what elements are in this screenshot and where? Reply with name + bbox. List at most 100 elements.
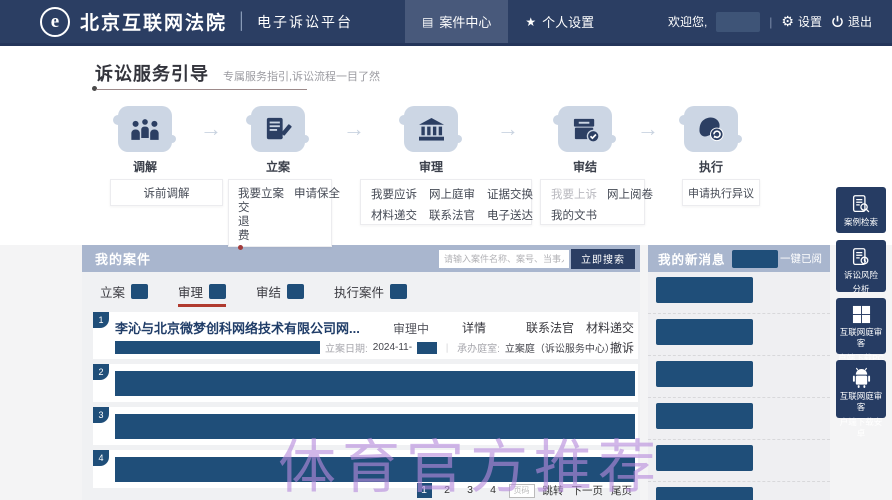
pc-client-download-button[interactable]: 互联网庭审客 户端下载PC (836, 298, 886, 354)
tab-filing[interactable]: 立案 (100, 282, 148, 305)
contact-judge-link[interactable]: 联系法官 (526, 319, 574, 336)
case-row-1[interactable]: 1 李沁与北京微梦创科网络技术有限公司网... 审理中 详情 联系法官 材料递交… (93, 312, 638, 359)
header: e 北京互联网法院 │ 电子诉讼平台 ▤ 案件中心 ★ 个人设置 欢迎您, | … (0, 0, 892, 46)
android-download-label-line1: 互联网庭审客 (836, 391, 886, 414)
logo-letter: e (51, 11, 59, 33)
jump-button[interactable]: 跳转 (543, 483, 564, 498)
court-icon (404, 106, 458, 152)
risk-analysis-icon (851, 247, 871, 267)
logout-label: 退出 (848, 13, 872, 30)
case-row-3[interactable]: 3 (93, 407, 638, 445)
link-my-documents[interactable]: 我的文书 (551, 207, 597, 223)
guide-header: 诉讼服务引导 专属服务指引,诉讼流程一目了然 (95, 60, 380, 86)
settings-label: 设置 (798, 13, 822, 30)
tab-personal-settings[interactable]: ★ 个人设置 (508, 0, 611, 43)
flow-arrow-icon: → (637, 116, 659, 142)
header-nav: ▤ 案件中心 ★ 个人设置 (405, 0, 611, 43)
message-item[interactable] (648, 277, 830, 314)
flow-arrow-icon: → (200, 116, 222, 142)
messages-title: 我的新消息 (658, 249, 726, 268)
link-fee-refund-char[interactable]: 交 (238, 201, 322, 215)
risk-analysis-label-line2: 分析 (852, 284, 869, 295)
tab-trial-label: 审理 (178, 282, 203, 301)
username-redacted (716, 12, 760, 32)
link-contact-judge[interactable]: 联系法官 (429, 207, 475, 223)
submit-material-link[interactable]: 材料递交 (586, 319, 634, 336)
flow-arrow-icon: → (497, 116, 519, 142)
search-now-button[interactable]: 立即搜索 (571, 249, 635, 269)
stage-trial-label: 审理 (396, 158, 466, 175)
page-3-button[interactable]: 3 (463, 483, 478, 498)
android-icon (852, 367, 871, 388)
link-appeal[interactable]: 我要上诉 (551, 186, 597, 202)
case-title[interactable]: 李沁与北京微梦创科网络技术有限公司网... (115, 318, 360, 337)
link-material-submit[interactable]: 材料递交 (371, 207, 417, 223)
link-pre-litigation-mediation[interactable]: 诉前调解 (144, 185, 190, 201)
meta-separator: 丨 (442, 340, 452, 355)
link-online-trial[interactable]: 网上庭审 (429, 186, 475, 202)
case-search-input[interactable] (439, 250, 569, 268)
header-right-divider: | (769, 15, 772, 29)
page-number-input[interactable] (509, 484, 535, 498)
filing-date-label: 立案日期: (325, 340, 368, 355)
risk-analysis-label-line1: 诉讼风险 (844, 270, 878, 281)
risk-analysis-tool-button[interactable]: 诉讼风险 分析 (836, 240, 886, 292)
filing-date-value: 2024-11- (373, 342, 412, 353)
link-evidence-exchange[interactable]: 证据交换 (487, 186, 533, 202)
guide-underline (96, 89, 307, 90)
message-item[interactable] (648, 361, 830, 398)
message-redacted-bar (656, 361, 753, 387)
android-download-label-line2: 户端下载安卓 (836, 417, 886, 440)
case-search-tool-button[interactable]: 案例检索 (836, 187, 886, 233)
stage-filing-label: 立案 (243, 158, 313, 175)
stage-conclusion: 审结 (550, 106, 620, 175)
tab-case-center[interactable]: ▤ 案件中心 (405, 0, 508, 43)
message-item[interactable] (648, 403, 830, 440)
link-respond-suit[interactable]: 我要应诉 (371, 186, 417, 202)
power-icon (831, 15, 844, 28)
case-row-2[interactable]: 2 (93, 364, 638, 402)
android-client-download-button[interactable]: 互联网庭审客 户端下载安卓 (836, 360, 886, 418)
next-page-button[interactable]: 下一页 (572, 483, 604, 498)
tab-execution-cases-label: 执行案件 (334, 282, 384, 301)
case-redacted-bar (115, 457, 635, 482)
stage-trial: 审理 (396, 106, 466, 175)
stage-conclusion-label: 审结 (550, 158, 620, 175)
link-online-file-review[interactable]: 网上阅卷 (607, 186, 653, 202)
stage-execution: 执行 (676, 106, 746, 175)
tab-personal-settings-label: 个人设置 (542, 12, 594, 31)
logout-button[interactable]: 退出 (831, 13, 872, 30)
link-file-case[interactable]: 我要立案 (238, 185, 284, 201)
message-redacted-bar (656, 403, 753, 429)
message-item[interactable] (648, 319, 830, 356)
last-page-button[interactable]: 尾页 (611, 483, 632, 498)
my-cases-title: 我的案件 (95, 249, 151, 268)
link-e-delivery[interactable]: 电子送达 (487, 207, 533, 223)
tab-trial[interactable]: 审理 (178, 282, 226, 305)
page: e 北京互联网法院 │ 电子诉讼平台 ▤ 案件中心 ★ 个人设置 欢迎您, | … (0, 0, 892, 500)
execution-links-card: 申请执行异议 (682, 179, 760, 206)
conclusion-links-card: 我要上诉 网上阅卷 我的文书 (540, 179, 645, 225)
case-search-bar: 立即搜索 (439, 249, 635, 269)
case-search-doc-icon (851, 194, 871, 214)
message-item[interactable] (648, 487, 830, 500)
tab-concluded[interactable]: 审结 (256, 282, 304, 305)
link-fee-refund-char[interactable]: 退 (238, 215, 322, 229)
link-execution-objection[interactable]: 申请执行异议 (688, 185, 754, 201)
stage-mediation-label: 调解 (110, 158, 180, 175)
tab-concluded-label: 审结 (256, 282, 281, 301)
message-redacted-bar (656, 277, 753, 303)
tab-execution-cases[interactable]: 执行案件 (334, 282, 407, 305)
page-4-button[interactable]: 4 (486, 483, 501, 498)
page-1-button[interactable]: 1 (417, 483, 432, 498)
settings-button[interactable]: ⚙ 设置 (781, 13, 822, 30)
mark-all-read-button[interactable]: 一键已阅 (780, 251, 822, 266)
link-fee-refund-char[interactable]: 费 (238, 229, 322, 243)
page-2-button[interactable]: 2 (440, 483, 455, 498)
filing-links-card: 我要立案 申请保全 交 退 费 (228, 179, 332, 247)
star-icon: ★ (525, 15, 536, 29)
link-apply-preservation[interactable]: 申请保全 (294, 185, 340, 201)
message-item[interactable] (648, 445, 830, 482)
detail-link[interactable]: 详情 (462, 319, 486, 336)
gear-icon: ⚙ (781, 13, 794, 30)
